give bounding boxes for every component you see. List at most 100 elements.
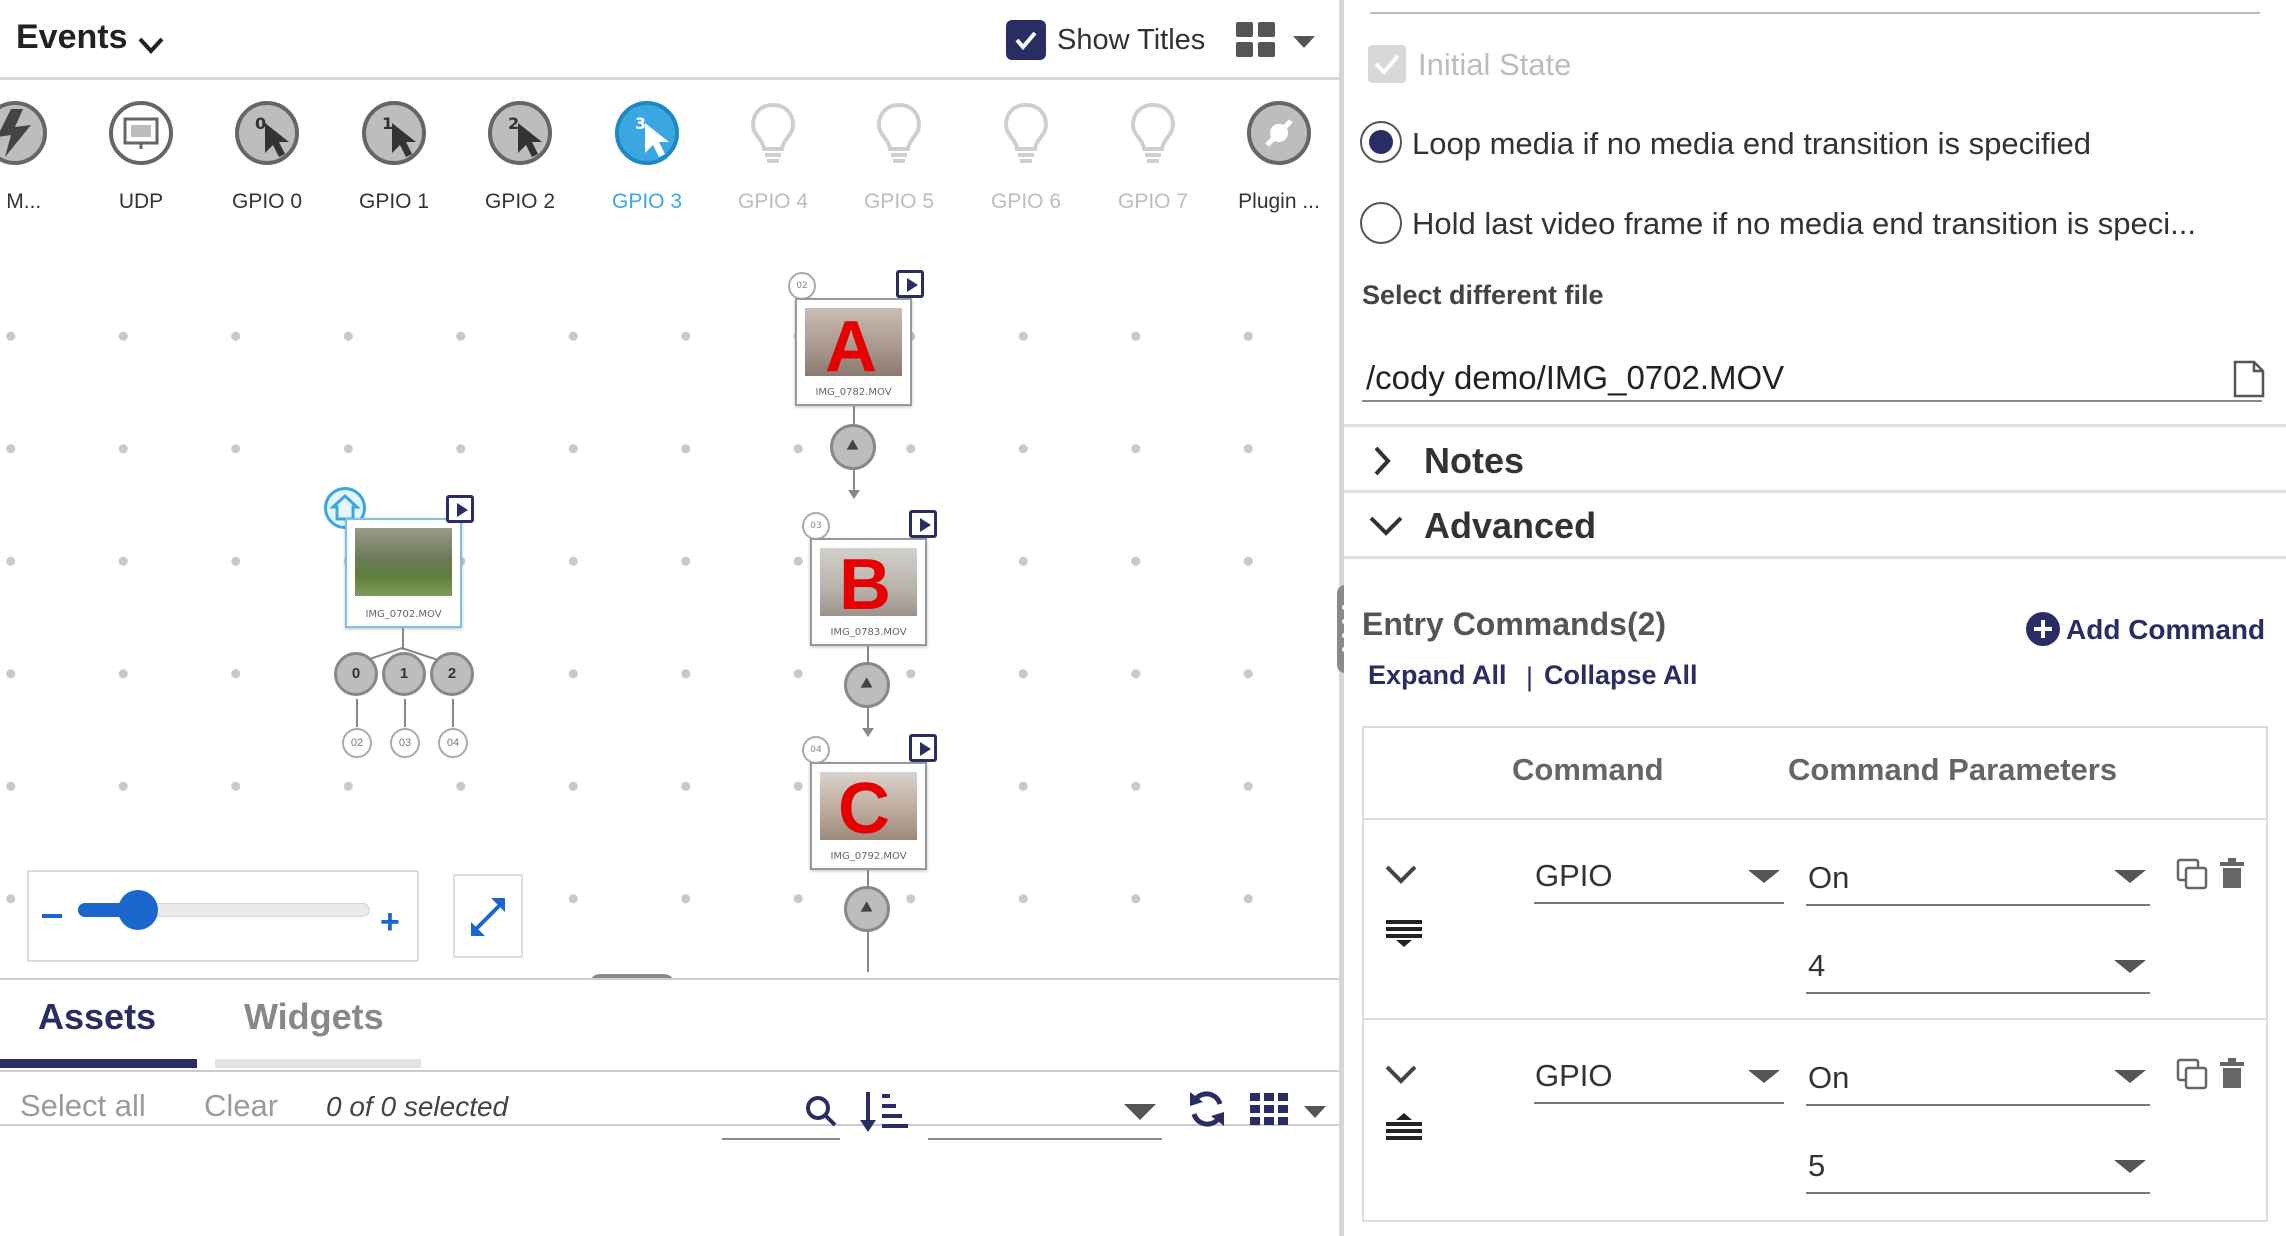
event-item[interactable]: e M... bbox=[0, 90, 78, 225]
search-icon[interactable] bbox=[804, 1094, 838, 1128]
event-item[interactable]: Plugin ... bbox=[1216, 90, 1342, 225]
param-state-select[interactable]: On bbox=[1808, 1060, 1849, 1096]
hold-frame-label[interactable]: Hold last video frame if no media end tr… bbox=[1412, 206, 2196, 242]
chevron-down-icon[interactable] bbox=[136, 30, 166, 60]
event-label: UDP bbox=[118, 190, 164, 213]
event-label: GPIO 0 bbox=[231, 190, 303, 213]
loop-media-label[interactable]: Loop media if no media end transition is… bbox=[1412, 126, 2091, 162]
expand-all-link[interactable]: Expand All bbox=[1368, 660, 1507, 691]
advanced-section-header[interactable]: Advanced bbox=[1424, 505, 1596, 547]
zoom-in-button[interactable]: + bbox=[380, 905, 400, 939]
param-pin-select[interactable]: 4 bbox=[1808, 948, 1825, 984]
sort-icon[interactable] bbox=[860, 1088, 908, 1134]
command-select[interactable]: GPIO bbox=[1535, 1058, 1613, 1094]
reorder-up-icon[interactable] bbox=[1386, 1112, 1422, 1142]
state-canvas[interactable]: IMG_0702.MOV 0 1 2 02 03 04 02 IMG_0782.… bbox=[0, 228, 1339, 978]
zoom-out-button[interactable] bbox=[42, 914, 62, 918]
home-state-thumbnail[interactable]: IMG_0702.MOV bbox=[345, 518, 462, 628]
event-item[interactable]: UDP bbox=[78, 90, 204, 225]
caret-down-icon[interactable] bbox=[1748, 1070, 1780, 1083]
transition-gpio-2[interactable]: 2 bbox=[430, 652, 474, 696]
event-strip: e M... UDP 0 GPIO 0 1 GPIO 1 2 GPIO 2 3 GPIO 3 GPI… bbox=[0, 90, 1339, 225]
events-title[interactable]: Events bbox=[16, 18, 128, 57]
select-underline bbox=[1806, 1104, 2150, 1106]
event-item[interactable]: 2 GPIO 2 bbox=[457, 90, 583, 225]
caret-down-icon[interactable] bbox=[2114, 1070, 2146, 1083]
event-item[interactable]: 0 GPIO 0 bbox=[204, 90, 330, 225]
event-item[interactable]: GPIO 4 bbox=[710, 90, 836, 225]
select-all-button[interactable]: Select all bbox=[20, 1088, 146, 1124]
transition-gpio-0[interactable]: 0 bbox=[334, 652, 378, 696]
param-state-select[interactable]: On bbox=[1808, 860, 1849, 896]
expand-icon bbox=[471, 898, 505, 936]
select-underline bbox=[1534, 902, 1784, 904]
connector-line bbox=[404, 699, 406, 727]
caret-down-icon[interactable] bbox=[1748, 870, 1780, 883]
notes-section-header[interactable]: Notes bbox=[1424, 440, 1524, 482]
play-icon[interactable] bbox=[446, 495, 474, 523]
copy-icon[interactable] bbox=[2176, 1058, 2210, 1092]
annotation-letter-b: B bbox=[839, 545, 891, 625]
caret-down-icon[interactable] bbox=[2114, 1160, 2146, 1173]
gpio-2-icon: 2 bbox=[488, 101, 552, 165]
transition-gpio-3[interactable] bbox=[844, 662, 890, 708]
lightning-icon bbox=[0, 101, 47, 165]
add-command-label: Add Command bbox=[2066, 614, 2266, 645]
refresh-icon[interactable] bbox=[1186, 1088, 1228, 1130]
transition-gpio-1[interactable]: 1 bbox=[382, 652, 426, 696]
reorder-down-icon[interactable] bbox=[1386, 918, 1422, 948]
thumbnail-filename: IMG_0782.MOV bbox=[815, 387, 892, 398]
tab-indicator bbox=[215, 1059, 421, 1068]
caret-down-icon[interactable] bbox=[2114, 960, 2146, 973]
file-icon[interactable] bbox=[2232, 359, 2266, 399]
event-item[interactable]: 1 GPIO 1 bbox=[331, 90, 457, 225]
clear-button[interactable]: Clear bbox=[204, 1088, 278, 1124]
transition-gpio-3[interactable] bbox=[844, 886, 890, 932]
grid-view-icon[interactable] bbox=[1236, 22, 1276, 58]
sort-select-underline bbox=[928, 1138, 1162, 1140]
connector-line bbox=[853, 470, 855, 492]
play-icon[interactable] bbox=[896, 270, 924, 298]
trash-icon[interactable] bbox=[2218, 858, 2246, 890]
play-icon[interactable] bbox=[909, 734, 937, 762]
connector-line bbox=[867, 932, 869, 972]
section-divider bbox=[1344, 424, 2286, 427]
add-command-button[interactable]: Add Command bbox=[2026, 610, 2266, 650]
loop-media-radio[interactable] bbox=[1360, 121, 1402, 163]
event-item[interactable]: 3 GPIO 3 bbox=[584, 90, 710, 225]
svg-text:1: 1 bbox=[382, 114, 393, 133]
network-icon bbox=[109, 101, 173, 165]
hold-frame-radio[interactable] bbox=[1360, 202, 1402, 244]
caret-down-icon[interactable] bbox=[1304, 1106, 1326, 1120]
grid-view-icon[interactable] bbox=[1250, 1093, 1290, 1127]
show-titles-checkbox[interactable] bbox=[1006, 20, 1046, 60]
copy-icon[interactable] bbox=[2176, 858, 2210, 892]
zoom-slider-handle[interactable] bbox=[117, 890, 158, 930]
caret-down-icon[interactable] bbox=[2114, 870, 2146, 883]
chevron-down-icon[interactable] bbox=[1384, 862, 1418, 886]
transition-gpio-3[interactable] bbox=[830, 424, 876, 470]
chevron-down-icon[interactable] bbox=[1368, 512, 1404, 540]
command-select[interactable]: GPIO bbox=[1535, 858, 1613, 894]
section-divider bbox=[1344, 556, 2286, 559]
tab-widgets[interactable]: Widgets bbox=[244, 996, 384, 1038]
event-item[interactable]: GPIO 5 bbox=[836, 90, 962, 225]
thumbnail-filename: IMG_0702.MOV bbox=[365, 609, 442, 620]
event-item[interactable]: GPIO 7 bbox=[1090, 90, 1216, 225]
connector-line bbox=[867, 646, 869, 662]
tab-assets[interactable]: Assets bbox=[38, 996, 156, 1038]
event-item[interactable]: GPIO 6 bbox=[963, 90, 1089, 225]
chevron-right-icon[interactable] bbox=[1368, 444, 1396, 478]
file-path-field[interactable]: /cody demo/IMG_0702.MOV bbox=[1366, 359, 1784, 397]
thumbnail-filename: IMG_0792.MOV bbox=[830, 851, 907, 862]
play-icon[interactable] bbox=[909, 510, 937, 538]
caret-down-icon[interactable] bbox=[1124, 1104, 1156, 1122]
collapse-all-link[interactable]: Collapse All bbox=[1544, 660, 1698, 691]
caret-down-icon[interactable] bbox=[1293, 36, 1315, 50]
trash-icon[interactable] bbox=[2218, 1058, 2246, 1090]
param-pin-select[interactable]: 5 bbox=[1808, 1148, 1825, 1184]
target-badge: 03 bbox=[390, 728, 420, 758]
fit-to-screen-button[interactable] bbox=[453, 874, 523, 958]
bulb-icon bbox=[1003, 102, 1049, 163]
chevron-down-icon[interactable] bbox=[1384, 1062, 1418, 1086]
